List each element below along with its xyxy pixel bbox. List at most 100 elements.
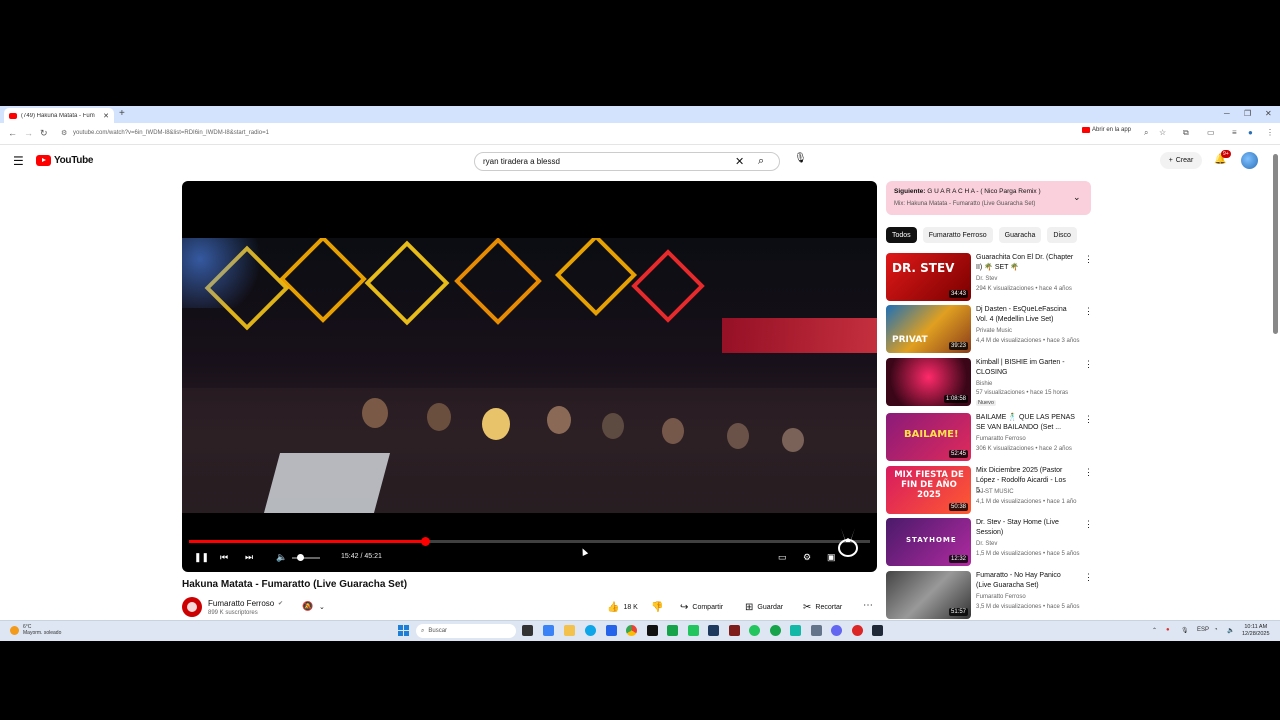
video-thumbnail[interactable]: DR. STEV 34:43 xyxy=(886,253,971,301)
rec-channel[interactable]: Bishie xyxy=(976,381,992,387)
youtube-logo[interactable]: YouTube xyxy=(36,155,94,166)
chip-guaracha[interactable]: Guaracha xyxy=(998,227,1042,243)
page-scrollbar[interactable] xyxy=(1273,154,1278,334)
back-icon[interactable]: ← xyxy=(8,128,17,138)
recommendation-item[interactable]: DR. STEV 34:43 Guarachita Con El Dr. (Ch… xyxy=(886,253,1096,303)
pause-icon[interactable]: ❚❚ xyxy=(194,552,209,563)
video-thumbnail[interactable]: STAYHOME 12:32 xyxy=(886,518,971,566)
minimize-icon[interactable]: ─ xyxy=(1224,109,1230,118)
channel-watermark-logo[interactable] xyxy=(833,526,863,560)
dislike-button[interactable]: 👎 xyxy=(651,602,663,613)
video-thumbnail[interactable]: 51:57 xyxy=(886,571,971,619)
start-button[interactable] xyxy=(398,625,409,636)
app-icon[interactable] xyxy=(688,625,699,636)
app-icon[interactable] xyxy=(852,625,863,636)
rec-title[interactable]: Guarachita Con El Dr. (Chapter II) 🌴 SET… xyxy=(976,253,1076,273)
volume-slider[interactable] xyxy=(292,557,320,559)
rec-title[interactable]: Fumaratto - No Hay Panico (Live Guaracha… xyxy=(976,571,1076,591)
video-thumbnail[interactable]: 1:08:58 xyxy=(886,358,971,406)
rec-channel[interactable]: Fumaratto Ferroso xyxy=(976,436,1026,442)
more-options-icon[interactable]: ⋮ xyxy=(1084,306,1093,317)
wifi-icon[interactable]: ◔ xyxy=(1214,627,1218,633)
language-indicator[interactable]: ESP xyxy=(1197,627,1209,633)
close-tab-icon[interactable]: ✕ xyxy=(103,112,109,120)
search-icon[interactable]: ⌕ xyxy=(758,155,764,168)
rec-channel[interactable]: Fumaratto Ferroso xyxy=(976,594,1026,600)
file-explorer-icon[interactable] xyxy=(564,625,575,636)
search-input[interactable]: ryan tiradera a blessd xyxy=(483,157,560,166)
whatsapp-icon[interactable] xyxy=(770,625,781,636)
recommendation-item[interactable]: BAILAME! 52:45 BAILAME 🕺 QUE LAS PENAS S… xyxy=(886,413,1096,463)
recommendation-item[interactable]: PRIVAT 39:23 Dj Dasten - EsQueLeFascina … xyxy=(886,305,1096,355)
rec-channel[interactable]: Dr. Stev xyxy=(976,276,997,282)
site-info-icon[interactable]: ⚙ xyxy=(61,129,67,137)
rec-channel[interactable]: Private Music xyxy=(976,328,1012,334)
chip-disco[interactable]: Disco xyxy=(1047,227,1077,243)
speaker-icon[interactable]: 🔈 xyxy=(1227,627,1234,634)
steam-icon[interactable] xyxy=(708,625,719,636)
video-thumbnail[interactable]: PRIVAT 39:23 xyxy=(886,305,971,353)
taskbar-search[interactable]: ⌕ Buscar xyxy=(416,624,516,638)
channel-avatar[interactable] xyxy=(182,597,202,617)
previous-icon[interactable]: ⏮ xyxy=(220,552,228,563)
more-options-icon[interactable]: ⋮ xyxy=(1084,572,1093,583)
chevron-up-icon[interactable]: ⌃ xyxy=(1152,627,1157,634)
chevron-down-icon[interactable]: ⌄ xyxy=(1073,192,1081,203)
rec-title[interactable]: Dr. Stev - Stay Home (Live Session) xyxy=(976,518,1076,538)
chrome-icon[interactable] xyxy=(626,625,637,636)
spotify-icon[interactable] xyxy=(749,625,760,636)
microphone-icon[interactable]: 🎙 xyxy=(1181,627,1189,634)
video-thumbnail[interactable]: MIX FIESTA DE FIN DE AÑO 2025 50:38 xyxy=(886,466,971,514)
store-icon[interactable] xyxy=(606,625,617,636)
like-button[interactable]: 👍 18 K xyxy=(607,602,638,613)
tray-app-icon[interactable]: ● xyxy=(1166,627,1170,633)
media-controls-icon[interactable]: ≡ xyxy=(1232,128,1237,137)
video-player[interactable]: ❚❚ ⏮ ⏭ 🔈 15:42 / 45:21 ▭ ⚙ ▣ xyxy=(182,181,877,572)
recommendation-item[interactable]: MIX FIESTA DE FIN DE AÑO 2025 50:38 Mix … xyxy=(886,466,1096,516)
save-button[interactable]: ⊞ Guardar xyxy=(745,602,783,613)
more-options-icon[interactable]: ⋮ xyxy=(1084,467,1093,478)
reload-icon[interactable]: ↻ xyxy=(40,128,48,139)
zoom-icon[interactable]: ⌕ xyxy=(1144,128,1148,138)
discord-icon[interactable] xyxy=(831,625,842,636)
video-thumbnail[interactable]: BAILAME! 52:45 xyxy=(886,413,971,461)
rec-channel[interactable]: DJ ST MUSIC xyxy=(976,489,1014,495)
up-next-panel[interactable]: Siguiente: G U A R A C H A - ( Nico Parg… xyxy=(886,181,1091,215)
close-window-icon[interactable]: ✕ xyxy=(1265,109,1272,118)
bookmark-star-icon[interactable]: ☆ xyxy=(1159,128,1166,137)
subscription-bell-icon[interactable]: 🔕 xyxy=(302,601,313,612)
recommendation-item[interactable]: 1:08:58 Kimball | BISHIE im Garten - CLO… xyxy=(886,358,1096,408)
system-clock[interactable]: 10:11 AM 12/28/2025 xyxy=(1242,624,1270,638)
open-in-app-button[interactable]: Abrir en la app xyxy=(1082,127,1131,133)
cast-icon[interactable]: ▭ xyxy=(1207,128,1215,137)
more-options-icon[interactable]: ⋮ xyxy=(1084,414,1093,425)
hamburger-menu-icon[interactable]: ☰ xyxy=(13,154,24,168)
task-view-icon[interactable] xyxy=(522,625,533,636)
profile-icon[interactable]: ● xyxy=(1248,128,1253,137)
rec-channel[interactable]: Dr. Stev xyxy=(976,541,997,547)
rec-title[interactable]: Kimball | BISHIE im Garten - CLOSING xyxy=(976,358,1076,378)
recommendation-item[interactable]: 51:57 Fumaratto - No Hay Panico (Live Gu… xyxy=(886,571,1096,621)
browser-tab[interactable]: (749) Hakuna Matata - Fum ✕ xyxy=(4,108,114,123)
chevron-down-icon[interactable]: ⌄ xyxy=(319,603,325,611)
more-options-icon[interactable]: ⋮ xyxy=(1084,519,1093,530)
browser-menu-icon[interactable]: ⋮ xyxy=(1266,128,1274,137)
rec-title[interactable]: BAILAME 🕺 QUE LAS PENAS SE VAN BAILANDO … xyxy=(976,413,1076,433)
chip-todos[interactable]: Todos xyxy=(886,227,917,243)
volume-knob[interactable] xyxy=(297,554,305,561)
app-icon[interactable] xyxy=(790,625,801,636)
progress-bar[interactable] xyxy=(189,537,870,546)
clip-button[interactable]: ✂ Recortar xyxy=(803,602,842,613)
app-icon[interactable] xyxy=(729,625,740,636)
maximize-icon[interactable]: ❐ xyxy=(1244,109,1251,118)
copilot-icon[interactable] xyxy=(543,625,554,636)
subtitles-icon[interactable]: ▭ xyxy=(778,552,787,563)
clear-search-icon[interactable]: ✕ xyxy=(735,155,744,168)
more-options-icon[interactable]: ⋮ xyxy=(1084,254,1093,265)
extensions-icon[interactable]: ⧉ xyxy=(1183,128,1189,138)
scrubber-handle[interactable] xyxy=(420,537,430,546)
volume-icon[interactable]: 🔈 xyxy=(276,552,287,563)
terminal-icon[interactable] xyxy=(647,625,658,636)
settings-icon[interactable] xyxy=(811,625,822,636)
address-bar[interactable]: ⚙ youtube.com/watch?v=6in_IWDM-I8&list=R… xyxy=(56,126,1136,142)
